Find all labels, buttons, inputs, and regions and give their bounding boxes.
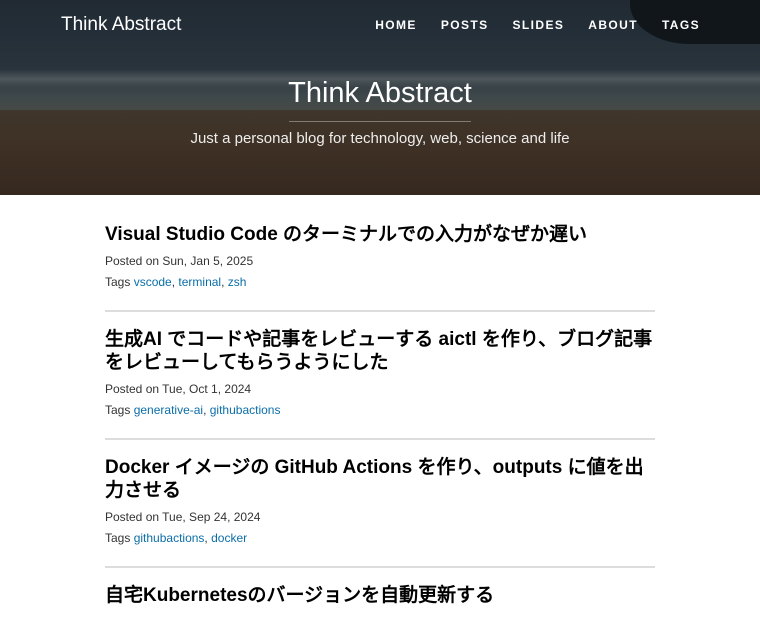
post-tags: Tags githubactions, docker — [105, 531, 248, 545]
nav-posts[interactable]: POSTS — [441, 18, 489, 32]
post-title-link[interactable]: Visual Studio Code のターミナルでの入力がなぜか遅い — [105, 223, 655, 246]
post-title-link[interactable]: Docker イメージの GitHub Actions を作り、outputs … — [105, 456, 655, 502]
nav-about[interactable]: ABOUT — [588, 18, 638, 32]
tags-label: Tags — [105, 275, 131, 289]
tag-link[interactable]: docker — [211, 531, 247, 545]
tag-link[interactable]: vscode — [134, 275, 172, 289]
nav-tags[interactable]: TAGS — [662, 18, 700, 32]
post-preview: 生成AI でコードや記事をレビューする aictl を作り、ブログ記事をレビュー… — [105, 312, 655, 440]
post-date: Posted on Tue, Sep 24, 2024 — [105, 510, 261, 524]
post-tags: Tags vscode, terminal, zsh — [105, 275, 247, 289]
site-brand[interactable]: Think Abstract — [61, 14, 181, 36]
nav-menu: HOME POSTS SLIDES ABOUT TAGS — [351, 18, 700, 32]
hero-divider — [289, 121, 471, 122]
post-title-link[interactable]: 生成AI でコードや記事をレビューする aictl を作り、ブログ記事をレビュー… — [105, 328, 655, 374]
tag-link[interactable]: githubactions — [134, 531, 205, 545]
post-date: Posted on Tue, Oct 1, 2024 — [105, 382, 252, 396]
nav-slides[interactable]: SLIDES — [513, 18, 565, 32]
hero-banner: Think Abstract HOME POSTS SLIDES ABOUT T… — [0, 0, 760, 195]
nav-home[interactable]: HOME — [375, 18, 417, 32]
hero-title: Think Abstract — [288, 77, 472, 109]
top-nav: Think Abstract HOME POSTS SLIDES ABOUT T… — [0, 0, 760, 50]
post-preview: Docker イメージの GitHub Actions を作り、outputs … — [105, 440, 655, 568]
post-date: Posted on Sun, Jan 5, 2025 — [105, 254, 254, 268]
tag-link[interactable]: zsh — [228, 275, 247, 289]
hero-subtitle: Just a personal blog for technology, web… — [190, 130, 570, 147]
tag-link[interactable]: githubactions — [210, 403, 281, 417]
post-preview: Visual Studio Code のターミナルでの入力がなぜか遅い Post… — [105, 195, 655, 312]
tag-link[interactable]: terminal — [178, 275, 221, 289]
post-tags: Tags generative-ai, githubactions — [105, 403, 281, 417]
post-preview: 自宅Kubernetesのバージョンを自動更新する — [105, 568, 655, 635]
tags-label: Tags — [105, 531, 131, 545]
post-title-link[interactable]: 自宅Kubernetesのバージョンを自動更新する — [105, 584, 655, 607]
tags-label: Tags — [105, 403, 131, 417]
tag-link[interactable]: generative-ai — [134, 403, 203, 417]
post-list: Visual Studio Code のターミナルでの入力がなぜか遅い Post… — [105, 195, 655, 635]
